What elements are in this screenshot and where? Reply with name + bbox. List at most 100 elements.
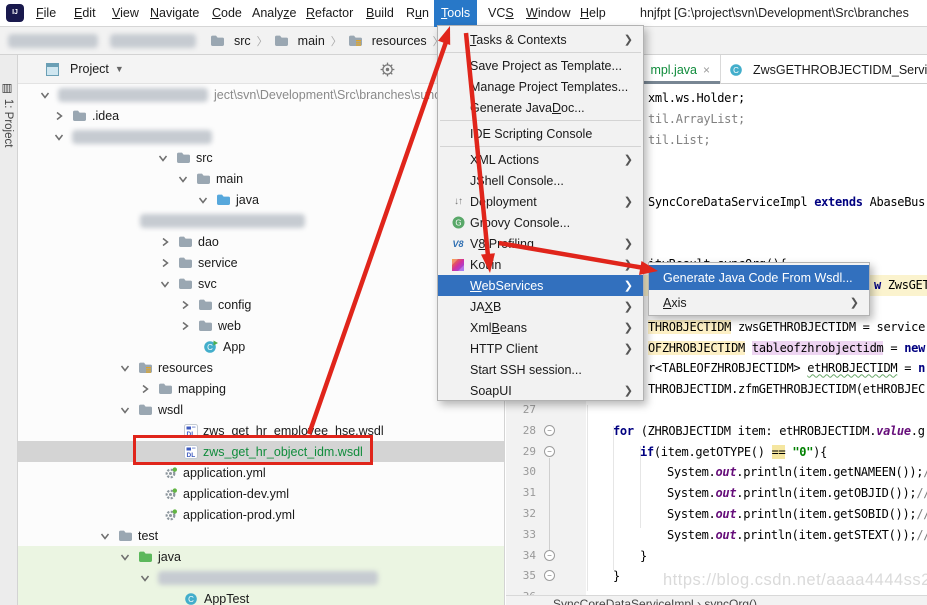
breadcrumb-src[interactable]: src [210,34,251,48]
tree-row-test[interactable]: test [18,525,505,546]
chevron-down-icon[interactable] [156,153,176,163]
tree-row-main[interactable]: main [18,168,505,189]
tools-menu-item-jshell-console[interactable]: JShell Console... [438,170,643,191]
menu-view[interactable]: View [112,0,139,27]
code-line: for (ZHROBJECTIDM item: etHROBJECTIDM.va… [613,421,925,442]
menu-vcs[interactable]: VCS [488,0,514,27]
tree-row-zws-get-hr-object-idm-wsdl[interactable]: DLzws_get_hr_object_idm.wsdl [18,441,505,462]
tools-menu-item-xml-actions[interactable]: XML Actions❯ [438,149,643,170]
tools-menu-item-save-project-as-template[interactable]: Save Project as Template... [438,55,643,76]
chevron-right-icon[interactable] [178,300,198,310]
tree-row-idea[interactable]: .idea [18,105,505,126]
tree-row-app[interactable]: CApp [18,336,505,357]
code-line: } [640,546,647,567]
tree-row-service[interactable]: service [18,252,505,273]
menu-refactor[interactable]: Refactor [306,0,353,27]
tree-row-src[interactable]: src [18,147,505,168]
chevron-down-icon[interactable] [118,363,138,373]
chevron-down-icon[interactable] [38,90,58,100]
tree-row-resources[interactable]: resources [18,357,505,378]
code-line: System.out.println(item.getNAMEEN());// [667,462,927,483]
breadcrumb-resources[interactable]: resources [348,34,427,48]
chevron-down-icon[interactable] [118,405,138,415]
submenu-item-axis[interactable]: Axis❯ [649,290,869,315]
panel-title: Project [70,62,109,76]
tree-row-redacted[interactable] [18,567,505,588]
tree-row-mapping[interactable]: mapping [18,378,505,399]
chevron-right-icon[interactable] [158,237,178,247]
menu-build[interactable]: Build [366,0,394,27]
folder-icon [274,34,289,47]
chevron-right-icon[interactable] [138,384,158,394]
tools-menu-item-soapui[interactable]: SoapUI❯ [438,380,643,401]
tools-menu-item-start-ssh-session[interactable]: Start SSH session... [438,359,643,380]
tree-row-application-yml[interactable]: application.yml [18,462,505,483]
tree-row-dao[interactable]: dao [18,231,505,252]
tools-menu-item-http-client[interactable]: HTTP Client❯ [438,338,643,359]
code-line: THROBJECTIDM.zfmGETHROBJECTIDM(etHROBJEC [648,379,925,400]
tools-menu-item-deployment[interactable]: ↓↑Deployment❯ [438,191,643,212]
submenu-item-generate-java-code-from-wsdl[interactable]: Generate Java Code From Wsdl... [649,265,869,290]
tree-row-java[interactable]: java [18,189,505,210]
gear-icon[interactable] [380,62,395,80]
tree-row-ject-svn-development-src-branches-sunchao-hnjfpt[interactable]: ject\svn\Development\Src\branches\suncha… [18,84,505,105]
menu-help[interactable]: Help [580,0,606,27]
menu-window[interactable]: Window [526,0,570,27]
tools-menu-item-xmlbeans[interactable]: XmlBeans❯ [438,317,643,338]
editor-tab-service-java[interactable]: C ZwsGETHROBJECTIDM_Service.j [720,55,927,84]
tools-menu-item-jaxb[interactable]: JAXB❯ [438,296,643,317]
breadcrumb-separator: 〉 [331,33,342,49]
tree-row-application-dev-yml[interactable]: application-dev.yml [18,483,505,504]
chevron-down-icon[interactable] [138,573,158,583]
menu-edit[interactable]: Edit [74,0,96,27]
chevron-down-icon[interactable] [158,279,178,289]
tree-row-wsdl[interactable]: wsdl [18,399,505,420]
menu-navigate[interactable]: Navigate [150,0,199,27]
watermark: https://blog.csdn.net/aaaa4444ss22 [663,571,927,590]
tree-row-svc[interactable]: svc [18,273,505,294]
chevron-right-icon[interactable] [158,258,178,268]
fold-icon[interactable]: − [544,425,555,436]
folder-icon [118,529,133,542]
tools-menu-item-generate-javadoc[interactable]: Generate JavaDoc... [438,97,643,118]
tree-row-apptest[interactable]: CAppTest [18,588,505,605]
code-line: if(item.getOTYPE() == "0"){ [640,442,827,463]
project-tool-window-button[interactable]: ▤ 1: Project [1,83,15,147]
tree-row-redacted[interactable] [18,210,505,231]
line-number: 35 [506,566,536,587]
chevron-down-icon[interactable] [118,552,138,562]
menu-tools[interactable]: Tools [434,0,477,27]
svg-text:DL: DL [187,431,196,438]
tools-menu-item-groovy-console[interactable]: GGroovy Console... [438,212,643,233]
menu-code[interactable]: Code [212,0,242,27]
menu-run[interactable]: Run [406,0,429,27]
tree-row-redacted[interactable] [18,126,505,147]
tree-row-config[interactable]: config [18,294,505,315]
chevron-right-icon[interactable] [52,111,72,121]
tree-row-application-prod-yml[interactable]: application-prod.yml [18,504,505,525]
redacted-text [158,571,378,585]
tools-menu-item-tasks-contexts[interactable]: Tasks & Contexts❯ [438,29,643,50]
menu-file[interactable]: File [36,0,56,27]
tools-menu-item-webservices[interactable]: WebServices❯ [438,275,643,296]
project-panel-header[interactable]: Project ▼ [18,55,504,84]
tools-menu-item-v8-profiling[interactable]: V8V8 Profiling❯ [438,233,643,254]
tree-row-java[interactable]: java [18,546,505,567]
breadcrumb-main[interactable]: main [274,34,325,48]
chevron-right-icon[interactable] [178,321,198,331]
tree-row-zws-get-hr-employee-hse-wsdl[interactable]: DLzws_get_hr_employee_hse.wsdl [18,420,505,441]
fold-icon[interactable]: − [544,446,555,457]
tree-row-web[interactable]: web [18,315,505,336]
tools-menu-item-ide-scripting-console[interactable]: IDE Scripting Console [438,123,643,144]
chevron-down-icon[interactable] [98,531,118,541]
chevron-down-icon[interactable] [196,195,216,205]
chevron-down-icon[interactable] [176,174,196,184]
tools-menu-item-manage-project-templates[interactable]: Manage Project Templates... [438,76,643,97]
menu-separator [440,146,641,147]
close-icon[interactable]: × [703,63,710,77]
chevron-down-icon[interactable] [52,132,72,142]
menu-analyze[interactable]: Analyze [252,0,296,27]
tools-menu-item-kotlin[interactable]: Kotlin❯ [438,254,643,275]
submenu-arrow-icon: ❯ [624,279,633,292]
fold-icon[interactable]: − [544,550,555,561]
